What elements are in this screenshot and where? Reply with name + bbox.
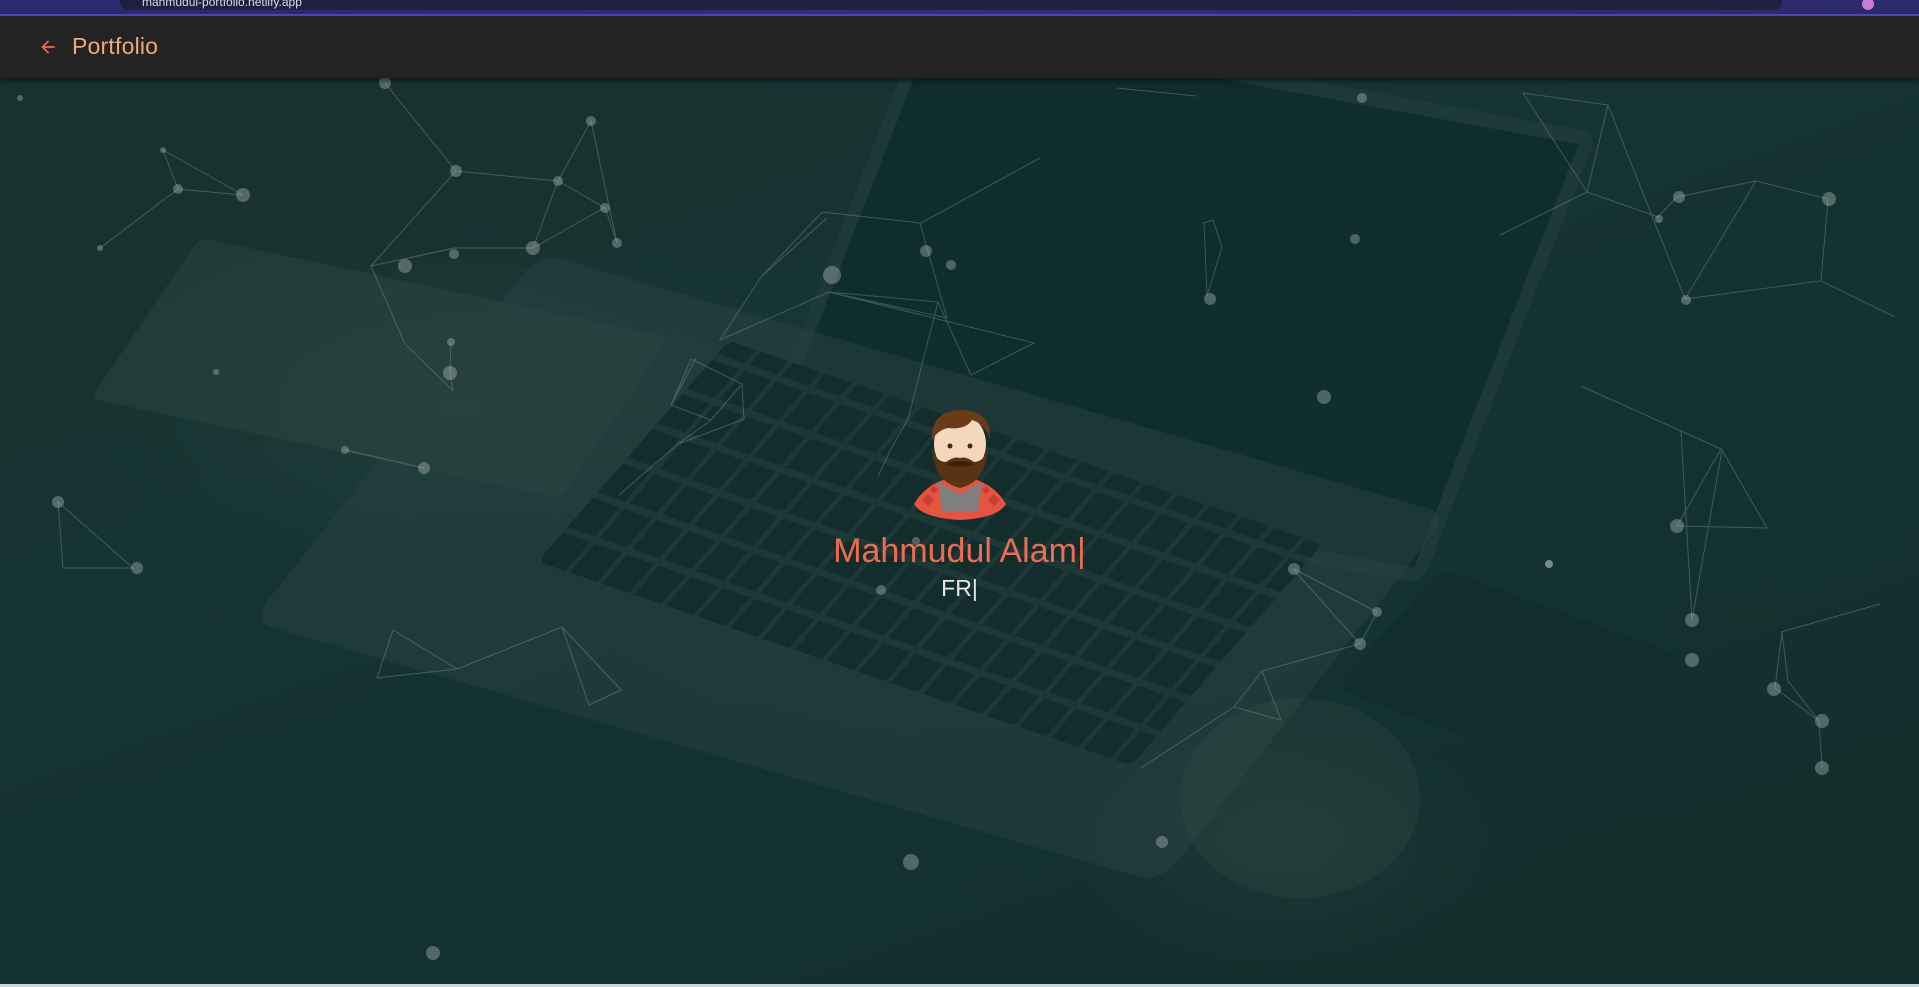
hero-section: Mahmudul Alam| FR| — [0, 78, 1919, 984]
bearded-man-avatar-icon — [914, 410, 1006, 520]
browser-strip: mahmudul-portfolio.netlify.app — [0, 0, 1919, 16]
profile-avatar-icon[interactable] — [1862, 0, 1874, 10]
page-title[interactable]: Portfolio — [72, 33, 158, 60]
top-app-bar: Portfolio — [0, 16, 1919, 78]
hero-subtitle: FR| — [941, 575, 978, 601]
address-bar[interactable]: mahmudul-portfolio.netlify.app — [120, 0, 1782, 10]
hero-name: Mahmudul Alam| — [833, 532, 1086, 570]
back-button[interactable] — [36, 35, 60, 59]
particle-network — [17, 78, 1896, 960]
arrow-left-icon — [41, 40, 55, 54]
